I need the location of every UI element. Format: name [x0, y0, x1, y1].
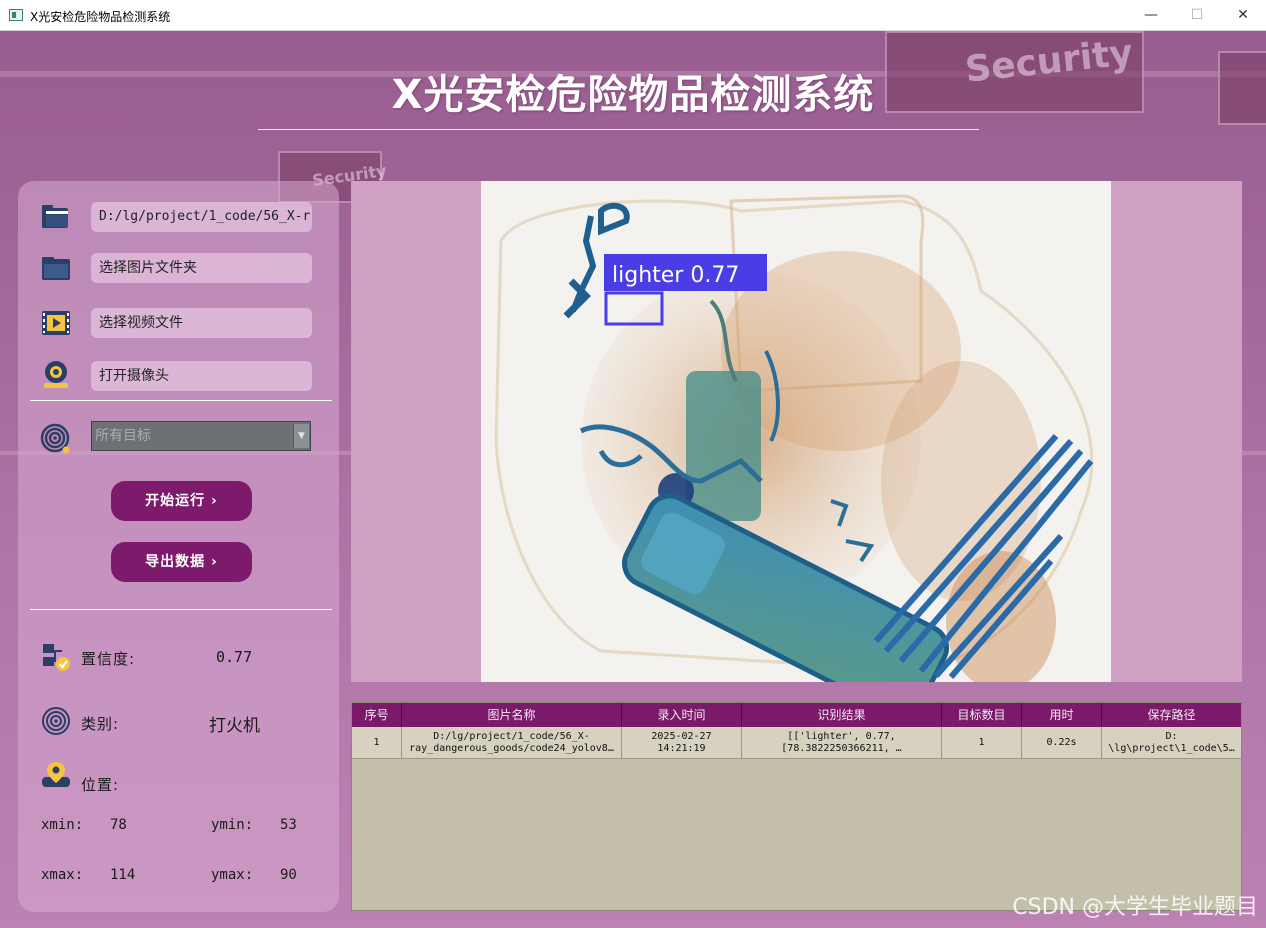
xmin-value: 78: [110, 817, 127, 833]
maximize-button[interactable]: ☐: [1174, 0, 1220, 31]
folder-icon[interactable]: [40, 253, 72, 285]
open-file-icon[interactable]: [40, 201, 72, 233]
ymax-value: 90: [280, 867, 297, 883]
app-icon: [9, 9, 23, 21]
close-button[interactable]: ✕: [1220, 0, 1266, 31]
target-select[interactable]: 所有目标 ▼: [91, 421, 311, 451]
export-data-button[interactable]: 导出数据 ›: [111, 542, 252, 582]
xray-image: lighter 0.77: [481, 181, 1111, 682]
select-video-button[interactable]: 选择视频文件: [91, 308, 312, 338]
divider: [30, 609, 332, 610]
chevron-down-icon[interactable]: ▼: [293, 424, 309, 448]
window-title: X光安检危险物品检测系统: [30, 10, 171, 24]
title-bar: X光安检危险物品检测系统 — ☐ ✕: [0, 0, 1266, 31]
table-cell-image-name[interactable]: D:/lg/project/1_code/56_X- ray_dangerous…: [402, 727, 622, 759]
control-panel: D:/lg/project/1_code/56_X-r 选择图片文件夹 选择视频…: [18, 181, 339, 912]
table-cell-time[interactable]: 2025-02-27 14:21:19: [622, 727, 742, 759]
table-cell-save-path[interactable]: D: \lg\project\1_code\5…: [1102, 727, 1241, 759]
page-title: X光安检危险物品检测系统: [391, 72, 875, 118]
minimize-button[interactable]: —: [1128, 0, 1174, 31]
confidence-value: 0.77: [216, 648, 253, 666]
class-label: 类别:: [81, 715, 120, 733]
image-path-field[interactable]: D:/lg/project/1_code/56_X-r: [91, 202, 312, 232]
xray-scan-graphic: lighter 0.77: [494, 194, 1094, 682]
start-button[interactable]: 开始运行 ›: [111, 481, 252, 521]
column-header-time[interactable]: 录入时间: [622, 703, 742, 727]
video-file-icon[interactable]: [40, 307, 72, 339]
divider: [30, 400, 332, 401]
ymin-label: ymin:: [211, 817, 254, 833]
ymax-label: ymax:: [211, 867, 254, 883]
class-value: 打火机: [209, 716, 260, 736]
table-cell-index[interactable]: 1: [352, 727, 402, 759]
camera-icon[interactable]: [40, 359, 72, 391]
column-header-count[interactable]: 目标数目: [942, 703, 1022, 727]
open-camera-button[interactable]: 打开摄像头: [91, 361, 312, 391]
xmin-label: xmin:: [41, 817, 84, 833]
watermark: CSDN @大学生毕业题目: [1012, 895, 1258, 920]
column-header-image-name[interactable]: 图片名称: [402, 703, 622, 727]
title-divider: [258, 129, 979, 130]
target-icon: [40, 423, 70, 454]
table-cell-duration[interactable]: 0.22s: [1022, 727, 1102, 759]
column-header-index[interactable]: 序号: [352, 703, 402, 727]
table-cell-count[interactable]: 1: [942, 727, 1022, 759]
position-label: 位置:: [81, 776, 120, 794]
select-image-folder-button[interactable]: 选择图片文件夹: [91, 253, 312, 283]
column-header-save-path[interactable]: 保存路径: [1102, 703, 1241, 727]
ymin-value: 53: [280, 817, 297, 833]
location-icon: [42, 762, 70, 787]
target-select-value: 所有目标: [95, 428, 151, 444]
detection-label: lighter 0.77: [612, 263, 739, 288]
confidence-label: 置信度:: [81, 650, 136, 668]
confidence-icon: [43, 644, 70, 671]
xmax-label: xmax:: [41, 867, 84, 883]
xmax-value: 114: [110, 867, 136, 883]
results-table: 序号 图片名称 录入时间 识别结果 目标数目 用时 保存路径 1 D:/lg/p…: [351, 702, 1242, 911]
table-cell-result[interactable]: [['lighter', 0.77, [78.3822250366211, …: [742, 727, 942, 759]
column-header-duration[interactable]: 用时: [1022, 703, 1102, 727]
image-display: lighter 0.77: [351, 181, 1242, 682]
class-icon: [42, 707, 70, 735]
app-window: X光安检危险物品检测系统 — ☐ ✕ Security Security X光安…: [0, 0, 1266, 928]
column-header-result[interactable]: 识别结果: [742, 703, 942, 727]
